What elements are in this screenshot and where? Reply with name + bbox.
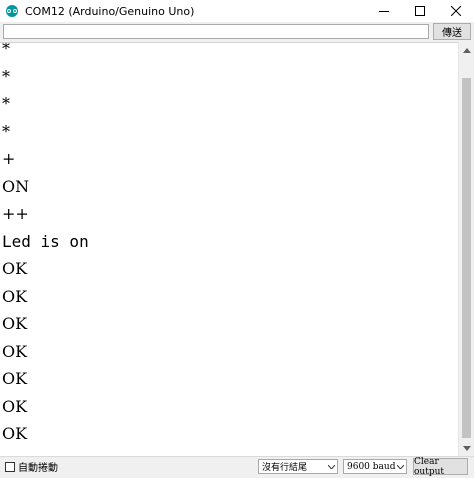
minimize-icon xyxy=(379,11,389,12)
output-line: OK xyxy=(2,314,28,333)
output-line: OK xyxy=(2,396,28,416)
autoscroll-toggle[interactable]: 自動捲動 xyxy=(5,459,58,474)
output-line: OK xyxy=(2,259,28,278)
scroll-thumb[interactable] xyxy=(462,78,471,438)
send-button[interactable]: 傳送 xyxy=(433,23,471,40)
output-line: ++ xyxy=(2,204,29,223)
chevron-down-icon xyxy=(395,460,406,473)
clear-output-button[interactable]: Clear output xyxy=(413,457,468,477)
output-line: * xyxy=(2,66,10,86)
arduino-icon xyxy=(6,5,18,17)
scroll-up-arrow-icon[interactable] xyxy=(459,42,474,58)
output-line: + xyxy=(2,149,16,168)
close-icon xyxy=(451,6,461,16)
chevron-down-icon xyxy=(325,460,337,473)
close-button[interactable] xyxy=(441,0,471,22)
autoscroll-checkbox[interactable] xyxy=(5,461,15,472)
title-bar: COM12 (Arduino/Genuino Uno) xyxy=(0,0,474,22)
baud-rate-value: 9600 baud xyxy=(347,461,396,472)
output-line: * xyxy=(2,121,10,141)
maximize-button[interactable] xyxy=(405,0,435,22)
output-line: * xyxy=(2,42,10,58)
serial-output-area[interactable]: * * * * + ON ++ Led is on OK OK OK OK OK OK OK xyxy=(0,42,458,456)
serial-send-input[interactable] xyxy=(3,24,429,39)
autoscroll-label: 自動捲動 xyxy=(18,463,58,474)
line-ending-select[interactable]: 沒有行結尾 xyxy=(258,459,338,474)
output-line: ON xyxy=(2,176,30,196)
minimize-button[interactable] xyxy=(369,0,399,22)
output-line: OK xyxy=(2,286,28,306)
scroll-down-arrow-icon[interactable] xyxy=(459,440,474,456)
output-line: OK xyxy=(2,424,28,443)
output-line: Led is on xyxy=(2,231,89,251)
line-ending-value: 沒有行結尾 xyxy=(262,463,308,473)
vertical-scrollbar[interactable] xyxy=(458,42,474,456)
output-line: OK xyxy=(2,369,28,388)
window-title: COM12 (Arduino/Genuino Uno) xyxy=(25,4,195,18)
output-line: OK xyxy=(2,341,28,361)
baud-rate-select[interactable]: 9600 baud xyxy=(343,459,407,474)
output-line: * xyxy=(2,94,10,113)
maximize-icon xyxy=(415,6,425,16)
